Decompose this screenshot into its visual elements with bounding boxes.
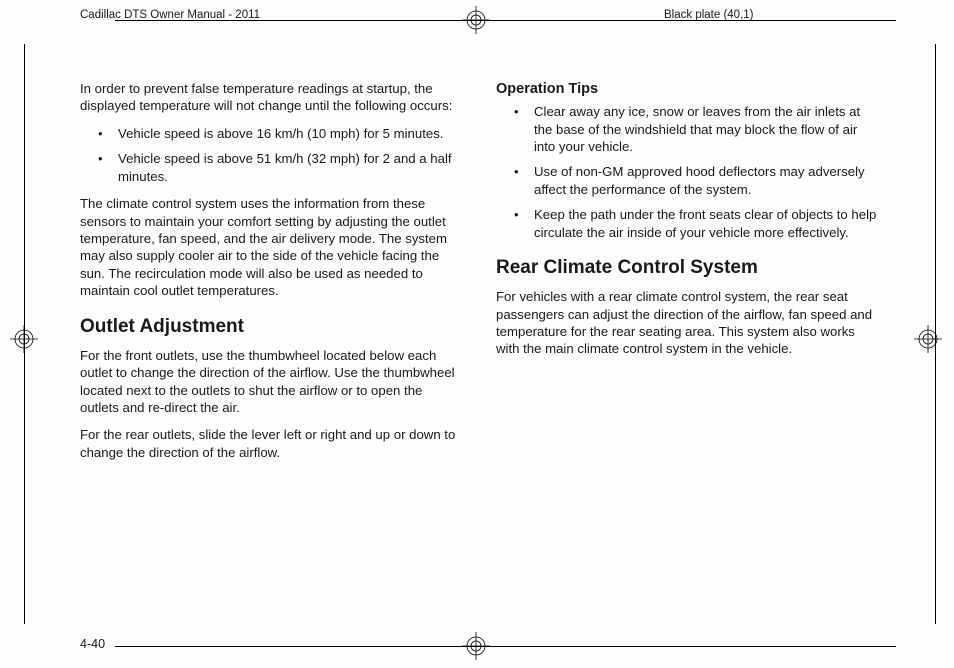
bullet-list: Vehicle speed is above 16 km/h (10 mph) …	[80, 125, 464, 185]
subheading-operation-tips: Operation Tips	[496, 80, 880, 99]
crop-rule	[935, 44, 936, 624]
section-heading-outlet-adjustment: Outlet Adjustment	[80, 314, 464, 339]
manual-page: Cadillac DTS Owner Manual - 2011 Black p…	[0, 0, 954, 668]
running-header-right: Black plate (40,1)	[664, 8, 754, 23]
crop-rule	[24, 44, 25, 624]
body-text: The climate control system uses the info…	[80, 195, 464, 300]
crop-rule	[115, 646, 896, 647]
body-text: In order to prevent false temperature re…	[80, 80, 464, 115]
body-text: For the rear outlets, slide the lever le…	[80, 426, 464, 461]
page-number: 4-40	[80, 636, 105, 653]
section-heading-rear-climate: Rear Climate Control System	[496, 255, 880, 280]
content-columns: In order to prevent false temperature re…	[80, 80, 880, 471]
list-item: Vehicle speed is above 16 km/h (10 mph) …	[104, 125, 464, 142]
column-right: Operation Tips Clear away any ice, snow …	[496, 80, 880, 471]
bullet-list: Clear away any ice, snow or leaves from …	[496, 103, 880, 241]
list-item: Use of non-GM approved hood deflectors m…	[520, 163, 880, 198]
list-item: Clear away any ice, snow or leaves from …	[520, 103, 880, 155]
body-text: For the front outlets, use the thumbwhee…	[80, 347, 464, 417]
column-left: In order to prevent false temperature re…	[80, 80, 464, 471]
registration-mark-icon	[914, 325, 942, 353]
running-header-left: Cadillac DTS Owner Manual - 2011	[80, 8, 260, 23]
list-item: Keep the path under the front seats clea…	[520, 206, 880, 241]
body-text: For vehicles with a rear climate control…	[496, 288, 880, 358]
list-item: Vehicle speed is above 51 km/h (32 mph) …	[104, 150, 464, 185]
